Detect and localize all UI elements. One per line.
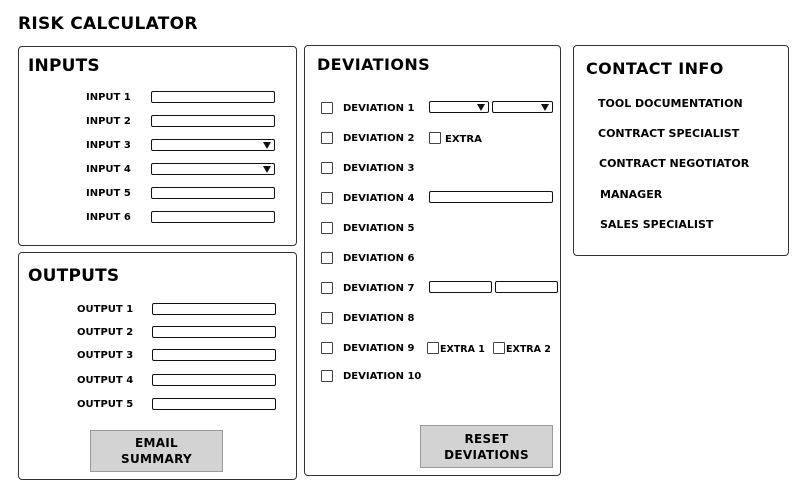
- outputs-title: OUTPUTS: [28, 266, 120, 286]
- triangle-down-icon: [477, 104, 485, 111]
- input-3-dropdown[interactable]: [151, 139, 275, 151]
- deviation-5-checkbox[interactable]: [321, 222, 333, 234]
- input-3-label: INPUT 3: [86, 140, 131, 151]
- deviation-1-label: DEVIATION 1: [343, 103, 415, 114]
- deviation-2-extra-label: EXTRA: [445, 134, 482, 145]
- output-2-field: [152, 326, 276, 338]
- output-4-field: [152, 374, 276, 386]
- input-1-label: INPUT 1: [86, 92, 131, 103]
- output-5-label: OUTPUT 5: [77, 399, 134, 410]
- input-5-label: INPUT 5: [86, 188, 131, 199]
- contract-negotiator-link[interactable]: CONTRACT NEGOTIATOR: [599, 157, 749, 170]
- input-6-field[interactable]: [151, 211, 275, 223]
- deviations-title: DEVIATIONS: [317, 55, 431, 74]
- sales-specialist-link[interactable]: SALES SPECIALIST: [600, 218, 713, 231]
- deviation-7-checkbox[interactable]: [321, 282, 333, 294]
- deviation-9-checkbox[interactable]: [321, 342, 333, 354]
- output-2-label: OUTPUT 2: [77, 327, 134, 338]
- deviation-4-label: DEVIATION 4: [343, 193, 415, 204]
- input-1-field[interactable]: [151, 91, 275, 103]
- manager-link[interactable]: MANAGER: [600, 188, 662, 201]
- deviation-9-extra-2-label: EXTRA 2: [506, 344, 551, 355]
- input-2-field[interactable]: [151, 115, 275, 127]
- input-6-label: INPUT 6: [86, 212, 131, 223]
- deviation-9-label: DEVIATION 9: [343, 343, 415, 354]
- deviation-1-dropdown-b[interactable]: [492, 101, 553, 113]
- input-2-label: INPUT 2: [86, 116, 131, 127]
- triangle-down-icon: [263, 166, 271, 173]
- output-1-field: [152, 303, 276, 315]
- deviation-8-label: DEVIATION 8: [343, 313, 415, 324]
- deviation-10-checkbox[interactable]: [321, 370, 333, 382]
- deviation-9-extra-1-label: EXTRA 1: [440, 344, 485, 355]
- deviation-3-label: DEVIATION 3: [343, 163, 415, 174]
- output-1-label: OUTPUT 1: [77, 304, 134, 315]
- input-5-field[interactable]: [151, 187, 275, 199]
- deviation-7-field-b[interactable]: [495, 281, 558, 293]
- outputs-panel: OUTPUTS OUTPUT 1 OUTPUT 2 OUTPUT 3 OUTPU…: [18, 252, 297, 480]
- reset-deviations-button[interactable]: RESET DEVIATIONS: [420, 425, 553, 468]
- triangle-down-icon: [263, 142, 271, 149]
- inputs-title: INPUTS: [28, 56, 100, 76]
- deviation-4-field[interactable]: [429, 191, 553, 203]
- output-3-label: OUTPUT 3: [77, 350, 134, 361]
- deviation-1-checkbox[interactable]: [321, 102, 333, 114]
- app-title: RISK CALCULATOR: [18, 14, 198, 34]
- deviation-6-label: DEVIATION 6: [343, 253, 415, 264]
- email-summary-button[interactable]: EMAIL SUMMARY: [90, 430, 223, 472]
- deviation-1-dropdown-a[interactable]: [429, 101, 489, 113]
- deviation-7-field-a[interactable]: [429, 281, 492, 293]
- deviation-10-label: DEVIATION 10: [343, 371, 422, 382]
- deviation-7-label: DEVIATION 7: [343, 283, 415, 294]
- deviation-9-extra-1-checkbox[interactable]: [427, 342, 439, 354]
- deviation-3-checkbox[interactable]: [321, 162, 333, 174]
- deviation-2-extra-checkbox[interactable]: [429, 132, 441, 144]
- tool-documentation-link[interactable]: TOOL DOCUMENTATION: [598, 97, 743, 110]
- input-4-dropdown[interactable]: [151, 163, 275, 175]
- deviation-4-checkbox[interactable]: [321, 192, 333, 204]
- contact-info-title: CONTACT INFO: [586, 59, 724, 78]
- deviation-6-checkbox[interactable]: [321, 252, 333, 264]
- contract-specialist-link[interactable]: CONTRACT SPECIALIST: [598, 127, 739, 140]
- triangle-down-icon: [541, 104, 549, 111]
- inputs-panel: INPUTS INPUT 1 INPUT 2 INPUT 3 INPUT 4 I…: [18, 46, 297, 246]
- input-4-label: INPUT 4: [86, 164, 131, 175]
- deviation-2-checkbox[interactable]: [321, 132, 333, 144]
- output-5-field: [152, 398, 276, 410]
- output-3-field: [152, 349, 276, 361]
- deviation-8-checkbox[interactable]: [321, 312, 333, 324]
- deviation-2-label: DEVIATION 2: [343, 133, 415, 144]
- deviations-panel: DEVIATIONS DEVIATION 1 DEVIATION 2 EXTRA…: [304, 45, 561, 476]
- deviation-9-extra-2-checkbox[interactable]: [493, 342, 505, 354]
- deviation-5-label: DEVIATION 5: [343, 223, 415, 234]
- contact-info-panel: CONTACT INFO TOOL DOCUMENTATION CONTRACT…: [573, 45, 789, 256]
- output-4-label: OUTPUT 4: [77, 375, 134, 386]
